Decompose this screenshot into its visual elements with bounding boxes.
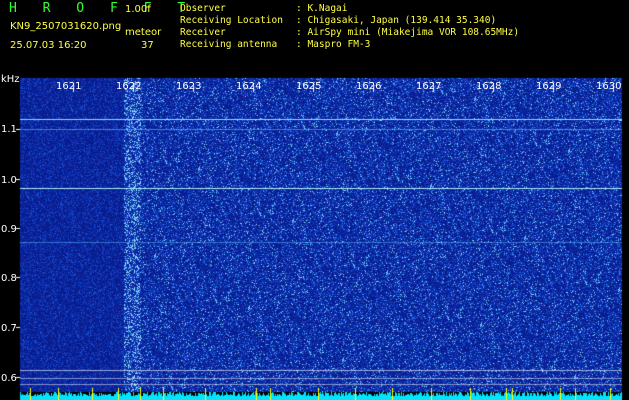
y-tick-label: 1.0 <box>1 175 17 186</box>
file-name: KN9_2507031620.png <box>10 21 122 32</box>
x-tick-label: 1630 <box>596 81 622 92</box>
x-tick-label: 1629 <box>536 81 562 92</box>
y-tick-label: 0.8 <box>1 273 17 284</box>
info-receiver-value: : AirSpy mini (Miakejima VOR 108.65MHz) <box>296 27 520 38</box>
x-tick-label: 1621 <box>56 81 82 92</box>
info-observer-value: : K.Nagai <box>296 3 348 14</box>
info-location-key: Receiving Location <box>180 15 283 26</box>
x-tick-label: 1624 <box>236 81 262 92</box>
version-label: 1.00f <box>125 4 151 15</box>
meteor-label: meteor <box>125 27 162 38</box>
x-tick-label: 1628 <box>476 81 502 92</box>
y-tick-label: 0.9 <box>1 224 17 235</box>
hrofft-logo: H R O F F T <box>9 1 195 16</box>
meteor-count: 37 <box>141 40 154 51</box>
x-tick-label: 1622 <box>116 81 142 92</box>
waterfall-spectrogram <box>0 0 629 400</box>
x-tick-label: 1627 <box>416 81 442 92</box>
info-observer-key: Observer <box>180 3 226 14</box>
info-location-value: : Chigasaki, Japan (139.414 35.340) <box>296 15 497 26</box>
capture-datetime: 25.07.03 16:20 <box>10 40 87 51</box>
y-tick-label: 1.1 <box>1 124 17 135</box>
x-tick-label: 1625 <box>296 81 322 92</box>
x-tick-label: 1626 <box>356 81 382 92</box>
x-tick-label: 1623 <box>176 81 202 92</box>
y-tick-label: 0.6 <box>1 373 17 384</box>
info-receiver-key: Receiver <box>180 27 226 38</box>
y-tick-label: 0.7 <box>1 323 17 334</box>
info-antenna-key: Receiving antenna <box>180 39 278 50</box>
info-antenna-value: : Maspro FM-3 <box>296 39 371 50</box>
y-axis-unit: kHz <box>1 74 20 85</box>
